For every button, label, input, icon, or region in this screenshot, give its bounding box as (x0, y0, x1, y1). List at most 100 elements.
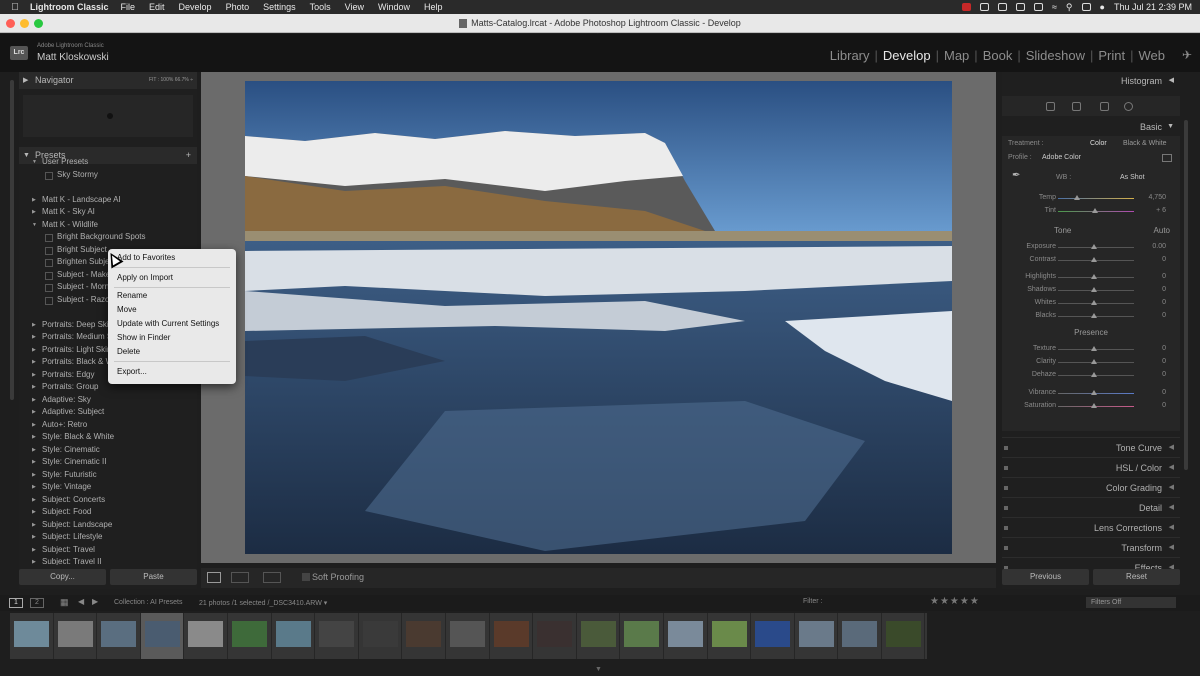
menu-add-to-favorites[interactable]: Add to Favorites (108, 252, 236, 263)
app-menu[interactable]: Lightroom Classic (30, 2, 109, 12)
collapse-icon[interactable]: ▶ (32, 369, 36, 382)
filmstrip-thumbnail[interactable] (228, 613, 272, 659)
minimize-button[interactable] (20, 19, 29, 28)
filmstrip-thumbnail[interactable] (620, 613, 664, 659)
photo-count[interactable]: 21 photos /1 selected /_DSC3410.ARW ▾ (199, 599, 327, 607)
collapse-icon[interactable]: ▶ (32, 344, 36, 357)
menu-window[interactable]: Window (378, 2, 410, 12)
preset-group[interactable]: ▶ Style: Black & White (19, 431, 197, 444)
activity-center-icon[interactable]: ✈ (1182, 48, 1192, 62)
preset-group[interactable]: ▶ Adaptive: Subject (19, 406, 197, 419)
left-panel-scrollbar[interactable] (10, 80, 14, 400)
display-icon[interactable] (997, 3, 1007, 11)
saturation-slider[interactable]: Saturation 0 (1002, 400, 1180, 412)
filmstrip-thumbnail[interactable] (795, 613, 839, 659)
reset-button[interactable]: Reset (1093, 569, 1180, 585)
filmstrip-thumbnail[interactable] (359, 613, 403, 659)
secondary-window-button[interactable]: 2 (30, 598, 44, 608)
panel-tone-curve[interactable]: Tone Curve ◀ (1002, 437, 1180, 457)
collapse-icon[interactable]: ▶ (32, 394, 36, 407)
module-book[interactable]: Book (978, 48, 1018, 63)
menu-update-settings[interactable]: Update with Current Settings (108, 318, 236, 329)
collapse-icon[interactable]: ▶ (32, 406, 36, 419)
red-eye-tool-icon[interactable] (1100, 102, 1109, 111)
treatment-color[interactable]: Color (1090, 138, 1107, 150)
filmstrip-thumbnail[interactable] (97, 613, 141, 659)
preset-group[interactable]: ▶ Subject: Travel (19, 544, 197, 557)
menu-edit[interactable]: Edit (149, 2, 165, 12)
navigator-zoom-options[interactable]: FIT : 100% 66.7% ÷ (149, 72, 193, 89)
filmstrip-thumbnail[interactable] (882, 613, 926, 659)
texture-slider[interactable]: Texture 0 (1002, 343, 1180, 355)
module-print[interactable]: Print (1093, 48, 1130, 63)
record-icon[interactable] (961, 3, 971, 11)
collapse-icon[interactable]: ▶ (32, 356, 36, 369)
module-web[interactable]: Web (1134, 48, 1171, 63)
preset-group[interactable]: ▶ Subject: Lifestyle (19, 531, 197, 544)
back-arrow-icon[interactable]: ◀ (78, 597, 84, 606)
close-button[interactable] (6, 19, 15, 28)
collapse-icon[interactable]: ▶ (32, 531, 36, 544)
menu-view[interactable]: View (345, 2, 364, 12)
preset-group[interactable]: ▶ Style: Cinematic (19, 444, 197, 457)
collapse-icon[interactable]: ▶ (32, 481, 36, 494)
rating-filter[interactable]: ★★★★★ (930, 596, 980, 607)
control-center-icon[interactable] (1081, 3, 1091, 11)
dehaze-slider[interactable]: Dehaze 0 (1002, 369, 1180, 381)
treatment-bw[interactable]: Black & White (1123, 138, 1167, 150)
collapse-icon[interactable]: ▶ (32, 381, 36, 394)
clock[interactable]: Thu Jul 21 2:39 PM (1114, 2, 1192, 12)
panel-transform[interactable]: Transform ◀ (1002, 537, 1180, 557)
wifi-icon[interactable]: ≈ (1052, 2, 1057, 12)
siri-icon[interactable]: ● (1100, 2, 1105, 12)
main-window-button[interactable]: 1 (9, 598, 23, 608)
right-panel-scrollbar[interactable] (1184, 120, 1188, 470)
before-after-swap-button[interactable] (263, 572, 281, 583)
copy-button[interactable]: Copy... (19, 569, 106, 585)
menu-file[interactable]: File (121, 2, 136, 12)
menu-delete[interactable]: Delete (108, 346, 236, 357)
module-develop[interactable]: Develop (878, 48, 936, 63)
menu-export[interactable]: Export... (108, 366, 236, 377)
previous-button[interactable]: Previous (1002, 569, 1089, 585)
collapse-icon[interactable]: ▶ (32, 456, 36, 469)
before-after-button[interactable] (231, 572, 249, 583)
module-map[interactable]: Map (939, 48, 974, 63)
preset-item[interactable]: Sky Stormy (19, 169, 197, 182)
collapse-icon[interactable]: ▶ (32, 331, 36, 344)
apple-icon[interactable]:  (0, 2, 30, 13)
filmstrip-thumbnail[interactable] (751, 613, 795, 659)
collapse-icon[interactable]: ▶ (32, 544, 36, 557)
collapse-icon[interactable]: ▶ (32, 194, 36, 207)
preset-group[interactable]: ▶ Subject: Travel II (19, 556, 197, 565)
preset-group[interactable]: ▶ Subject: Concerts (19, 494, 197, 507)
temp-slider[interactable]: Temp 4,750 (1002, 192, 1180, 204)
menu-help[interactable]: Help (424, 2, 443, 12)
filmstrip-thumbnail[interactable] (10, 613, 54, 659)
menu-tools[interactable]: Tools (310, 2, 331, 12)
collapse-icon[interactable]: ▶ (32, 444, 36, 457)
whites-slider[interactable]: Whites 0 (1002, 297, 1180, 309)
zoom-button[interactable] (34, 19, 43, 28)
module-library[interactable]: Library (825, 48, 875, 63)
auto-button[interactable]: Auto (1154, 226, 1170, 235)
panel-color-grading[interactable]: Color Grading ◀ (1002, 477, 1180, 497)
preset-group[interactable]: ▶ Subject: Food (19, 506, 197, 519)
menu-move[interactable]: Move (108, 304, 236, 315)
panel-detail[interactable]: Detail ◀ (1002, 497, 1180, 517)
panel-hsl-color[interactable]: HSL / Color ◀ (1002, 457, 1180, 477)
filmstrip-thumbnail[interactable] (140, 613, 185, 659)
play-icon[interactable] (1015, 3, 1025, 11)
shadows-slider[interactable]: Shadows 0 (1002, 284, 1180, 296)
filmstrip-thumbnail[interactable] (664, 613, 708, 659)
menu-settings[interactable]: Settings (263, 2, 296, 12)
search-icon[interactable]: ⚲ (1066, 2, 1073, 13)
creative-cloud-icon[interactable] (979, 3, 989, 11)
soft-proofing-checkbox[interactable] (302, 573, 310, 581)
expand-icon[interactable]: ▼ (32, 156, 37, 169)
preset-group[interactable]: ▶ Matt K - Landscape AI (19, 194, 197, 207)
filmstrip-thumbnail[interactable] (533, 613, 577, 659)
expand-icon[interactable]: ▼ (32, 219, 37, 232)
histogram-header[interactable]: Histogram ◀ (1002, 72, 1180, 90)
menu-develop[interactable]: Develop (179, 2, 212, 12)
